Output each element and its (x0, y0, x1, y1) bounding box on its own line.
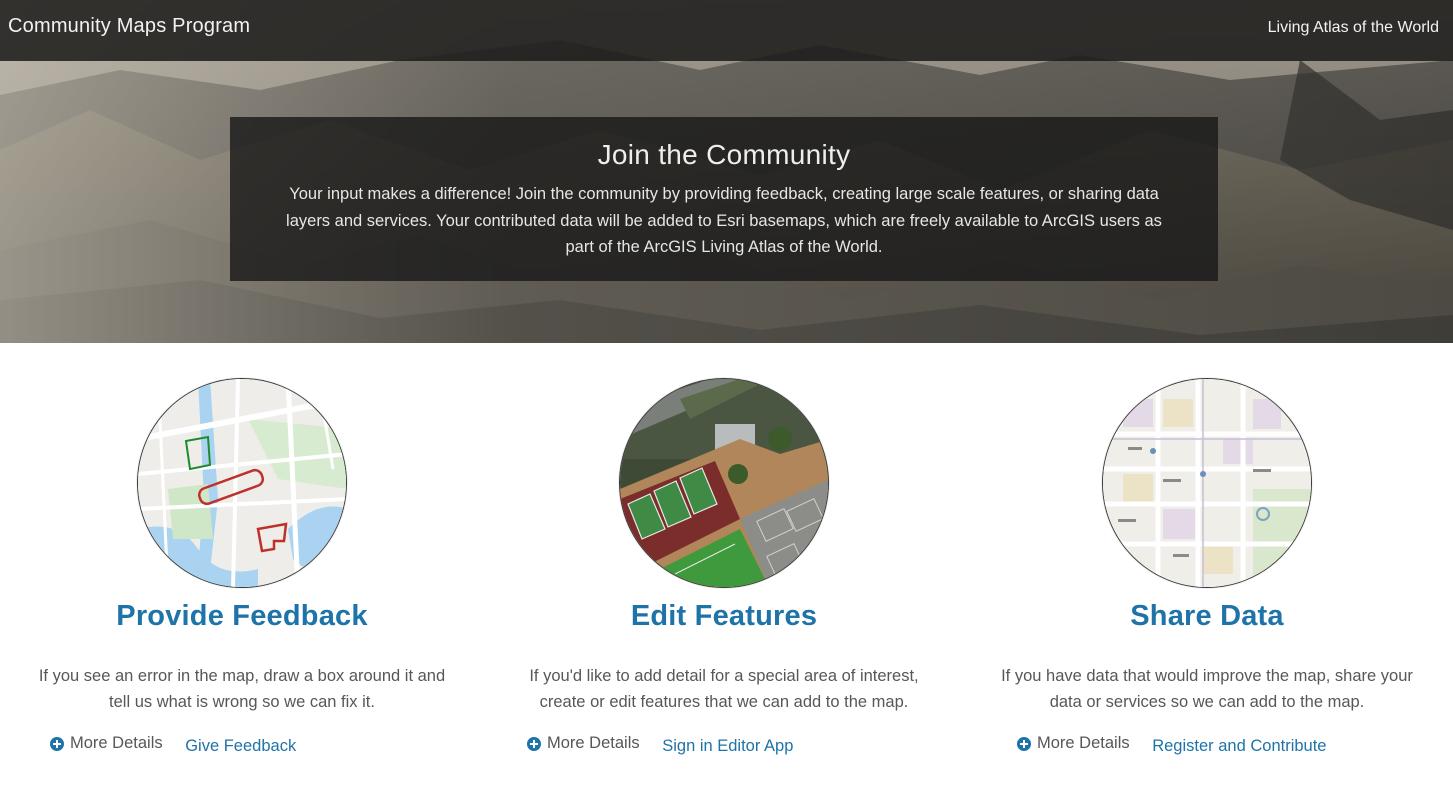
more-details-label: More Details (70, 734, 163, 752)
give-feedback-link[interactable]: Give Feedback (185, 737, 296, 755)
top-navigation-bar: Community Maps Program Living Atlas of t… (0, 0, 1453, 61)
share-data-actions: More Details Register and Contribute (977, 734, 1437, 756)
edit-features-description: If you'd like to add detail for a specia… (529, 667, 919, 711)
register-and-contribute-link[interactable]: Register and Contribute (1152, 737, 1326, 755)
feedback-map-thumbnail[interactable] (137, 378, 347, 588)
more-details-button[interactable]: More Details (1017, 734, 1130, 753)
aerial-imagery-image (620, 379, 828, 587)
card-share-data: Share Data If you have data that would i… (977, 378, 1437, 756)
more-details-button[interactable]: More Details (50, 734, 163, 753)
provide-feedback-title[interactable]: Provide Feedback (12, 600, 472, 633)
hero-banner: Community Maps Program Living Atlas of t… (0, 0, 1453, 343)
share-data-thumbnail[interactable] (1102, 378, 1312, 588)
provide-feedback-actions: More Details Give Feedback (12, 734, 472, 756)
edit-features-title[interactable]: Edit Features (494, 600, 954, 633)
plus-circle-icon (1017, 736, 1031, 751)
city-grid-map-image (1103, 379, 1311, 587)
provide-feedback-description: If you see an error in the map, draw a b… (38, 667, 446, 711)
more-details-label: More Details (547, 734, 640, 752)
edit-features-actions: More Details Sign in Editor App (494, 734, 954, 756)
join-title: Join the Community (597, 139, 851, 170)
share-data-description: If you have data that would improve the … (1001, 667, 1413, 711)
card-provide-feedback: Provide Feedback If you see an error in … (12, 378, 472, 756)
join-description: Your input makes a difference! Join the … (286, 185, 1162, 256)
program-title-link[interactable]: Community Maps Program (8, 15, 250, 38)
sign-in-editor-app-link[interactable]: Sign in Editor App (662, 737, 793, 755)
card-edit-features: Edit Features If you'd like to add detai… (494, 378, 954, 756)
plus-circle-icon (527, 736, 541, 751)
living-atlas-link[interactable]: Living Atlas of the World (1268, 19, 1439, 37)
share-data-title[interactable]: Share Data (977, 600, 1437, 633)
join-community-panel: Join the Community Your input makes a di… (230, 117, 1218, 281)
edit-features-thumbnail[interactable] (619, 378, 829, 588)
plus-circle-icon (50, 736, 64, 751)
more-details-label: More Details (1037, 734, 1130, 752)
street-map-image (138, 379, 346, 587)
more-details-button[interactable]: More Details (527, 734, 640, 753)
